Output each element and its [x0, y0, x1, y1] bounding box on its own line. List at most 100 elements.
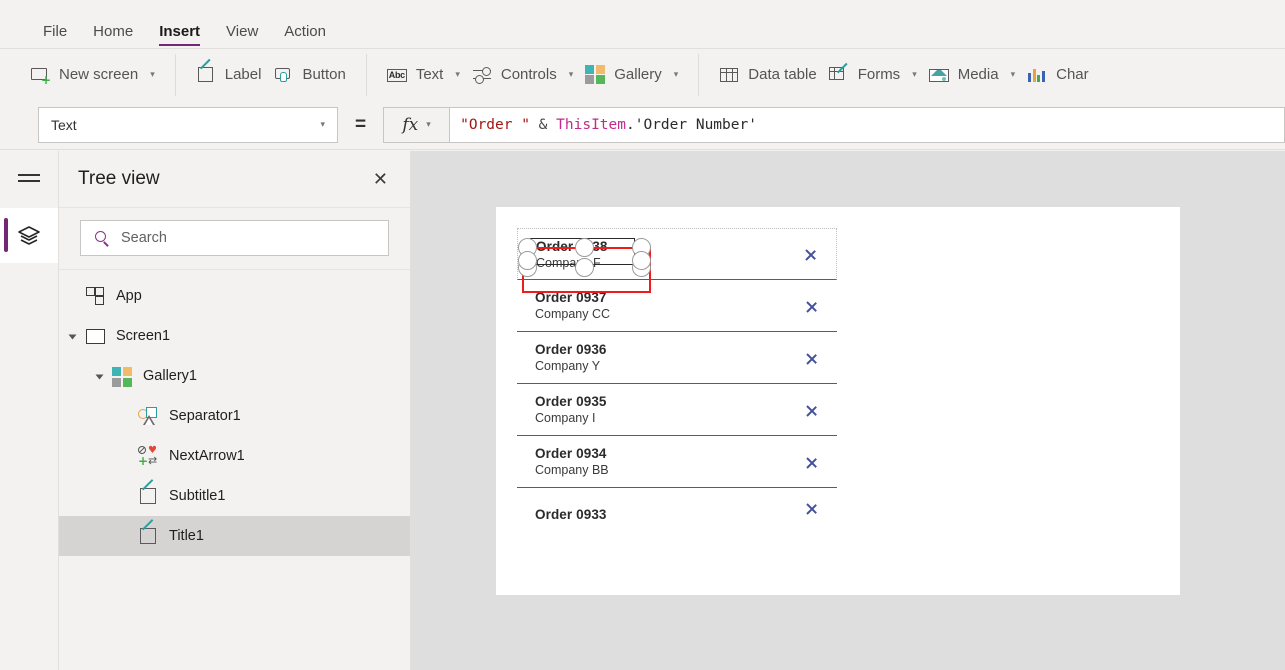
gallery-row-texts: Order 0936 Company Y — [535, 342, 607, 373]
charts-bar-icon — [1027, 65, 1047, 85]
search-icon — [95, 230, 110, 247]
app-screen-preview[interactable]: Order 0938 Company F Order 0937 Company … — [496, 207, 1180, 595]
ribbon-group-basic: Label Button — [176, 53, 367, 96]
gallery-row-subtitle: Company I — [535, 411, 596, 425]
tree-item-separator1[interactable]: Separator1 — [59, 396, 410, 436]
tree-item-gallery1[interactable]: Gallery1 — [59, 356, 410, 396]
chevron-down-icon: ▾ — [455, 69, 460, 79]
chevron-down-icon: ▾ — [426, 119, 431, 129]
gallery-menu-button[interactable]: Gallery ▾ — [579, 55, 684, 95]
forms-menu-button[interactable]: Forms ▾ — [823, 55, 923, 95]
new-screen-icon: + — [30, 65, 51, 86]
gallery-row-texts: Order 0933 — [535, 507, 607, 522]
gallery-row-texts: Order 0937 Company CC — [535, 290, 610, 321]
label-icon — [138, 478, 159, 507]
tree-view-title: Tree view — [78, 168, 160, 189]
hamburger-menu-icon — [18, 172, 40, 186]
next-arrow-icon: ♥ + ⇄ — [138, 444, 158, 468]
tree-view-rail-button[interactable] — [0, 208, 58, 263]
resize-handle-se[interactable] — [632, 251, 651, 270]
tree-item-label: Screen1 — [116, 328, 171, 344]
charts-menu-button[interactable]: Char — [1021, 55, 1095, 95]
menu-item-file[interactable]: File — [30, 24, 80, 48]
new-screen-label: New screen — [59, 66, 139, 83]
ribbon-group-controls: Abc Text ▾ Controls ▾ Gallery ▾ — [367, 53, 700, 96]
forms-menu-label: Forms — [857, 66, 901, 83]
tree-item-label: Gallery1 — [143, 368, 197, 384]
button-button-label: Button — [302, 66, 346, 83]
next-arrow-chevron-icon[interactable] — [806, 348, 819, 368]
search-input[interactable]: Search — [80, 220, 389, 256]
resize-handle-sw[interactable] — [518, 251, 537, 270]
controls-sliders-icon — [472, 65, 492, 85]
gallery-row-title: Order 0936 — [535, 342, 607, 357]
gallery-row[interactable]: Order 0936 Company Y — [517, 332, 837, 384]
gallery-row-subtitle: Company BB — [535, 463, 609, 477]
tree-item-nextarrow1[interactable]: ♥ + ⇄ NextArrow1 — [59, 436, 410, 476]
label-icon — [196, 58, 216, 85]
tree-item-label: App — [116, 288, 142, 304]
tree-item-app[interactable]: App — [59, 276, 410, 316]
next-arrow-chevron-icon[interactable] — [805, 244, 818, 264]
gallery-row[interactable]: Order 0937 Company CC — [517, 280, 837, 332]
powerapps-studio-window: File Home Insert View Action + New scree… — [0, 0, 1285, 670]
tree-item-label: NextArrow1 — [169, 448, 245, 464]
fx-function-button[interactable]: fx ▾ — [383, 106, 450, 143]
gallery-row-texts: Order 0935 Company I — [535, 394, 607, 425]
tree-search-wrapper: Search — [59, 208, 410, 270]
button-button[interactable]: Button — [267, 55, 351, 95]
formula-input[interactable]: "Order " & ThisItem .'Order Number' — [449, 106, 1285, 143]
expander-arrow-icon[interactable] — [95, 374, 104, 380]
next-arrow-chevron-icon[interactable] — [806, 400, 819, 420]
ribbon-group-data: Data table Forms ▾ Media ▾ Char — [699, 54, 1108, 96]
forms-icon — [828, 62, 849, 85]
controls-menu-button[interactable]: Controls ▾ — [466, 55, 579, 95]
tree-view-layers-icon — [18, 225, 40, 245]
next-arrow-chevron-icon[interactable] — [806, 296, 819, 316]
canvas-area[interactable]: Order 0938 Company F Order 0937 Company … — [411, 151, 1285, 670]
gallery-row-title: Order 0934 — [535, 446, 607, 461]
tree-item-title1[interactable]: Title1 — [59, 516, 410, 556]
property-select[interactable]: Text ▾ — [38, 106, 338, 143]
gallery-control[interactable]: Order 0938 Company F Order 0937 Company … — [517, 228, 837, 538]
tree-item-label: Separator1 — [169, 408, 241, 424]
media-menu-label: Media — [957, 66, 999, 83]
button-icon — [273, 65, 293, 85]
gallery-row[interactable]: Order 0933 — [517, 488, 837, 538]
next-arrow-chevron-icon[interactable] — [806, 498, 819, 518]
menu-bar: File Home Insert View Action — [0, 0, 1285, 48]
hamburger-menu-button[interactable] — [0, 151, 58, 207]
tree-item-label: Subtitle1 — [169, 488, 226, 504]
data-table-icon — [719, 65, 739, 85]
expander-arrow-icon[interactable] — [68, 334, 77, 340]
gallery-icon — [112, 366, 133, 387]
media-menu-button[interactable]: Media ▾ — [923, 55, 1021, 95]
gallery-row-title: Order 0937 — [535, 290, 607, 305]
gallery-row-title: Order 0935 — [535, 394, 607, 409]
data-table-label: Data table — [748, 66, 817, 83]
menu-item-home[interactable]: Home — [80, 24, 146, 48]
menu-item-view[interactable]: View — [213, 24, 271, 48]
menu-item-action[interactable]: Action — [271, 24, 339, 48]
resize-handle-s[interactable] — [575, 258, 594, 277]
gallery-row-texts: Order 0938 Company F — [536, 239, 608, 270]
tree-item-subtitle1[interactable]: Subtitle1 — [59, 476, 410, 516]
gallery-row[interactable]: Order 0935 Company I — [517, 384, 837, 436]
menu-item-insert[interactable]: Insert — [146, 24, 213, 48]
resize-handle-n[interactable] — [575, 238, 594, 257]
new-screen-button[interactable]: + New screen ▾ — [24, 55, 161, 95]
tree-view-list: App Screen1 Gallery1 Separator1 ♥ + ⇄ Ne… — [59, 270, 410, 556]
gallery-row[interactable]: Order 0934 Company BB — [517, 436, 837, 488]
gallery-grid-icon — [585, 64, 605, 85]
tree-item-screen1[interactable]: Screen1 — [59, 316, 410, 356]
formula-token-string: "Order " — [460, 116, 530, 133]
next-arrow-chevron-icon[interactable] — [806, 452, 819, 472]
gallery-row-subtitle: Company CC — [535, 307, 611, 321]
data-table-button[interactable]: Data table — [713, 55, 822, 95]
chevron-down-icon: ▾ — [912, 69, 917, 79]
gallery-row[interactable]: Order 0938 Company F — [517, 228, 837, 293]
close-icon[interactable]: ✕ — [373, 170, 388, 188]
label-button[interactable]: Label — [190, 55, 268, 95]
text-menu-button[interactable]: Abc Text ▾ — [381, 55, 466, 95]
text-menu-label: Text — [415, 66, 444, 83]
